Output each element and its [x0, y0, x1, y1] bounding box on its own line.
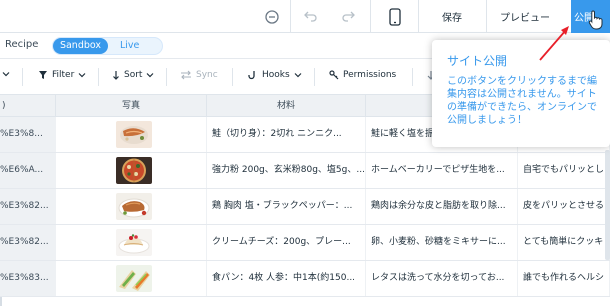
steps-cell[interactable]: 鶏肉は余分な皮と脂肪を取り除...: [366, 189, 518, 224]
hooks-label: Hooks: [262, 70, 290, 80]
environment-toggle[interactable]: Sandbox Live: [52, 37, 163, 55]
sync-button[interactable]: Sync: [180, 70, 218, 80]
chevron-down-icon[interactable]: [2, 70, 10, 78]
column-header-photo[interactable]: 写真: [56, 95, 207, 117]
horizontal-scrollbar[interactable]: [605, 150, 610, 260]
annotation-arrow-icon: [539, 26, 569, 61]
toolbar-divider: [486, 0, 487, 33]
steps-cell[interactable]: レタスは洗って水分を切ってお...: [366, 261, 518, 296]
toolbar-divider: [166, 68, 167, 86]
chevron-down-icon: [147, 73, 154, 78]
sandbox-tab[interactable]: Sandbox: [53, 38, 108, 54]
hand-cursor-icon: [588, 10, 604, 33]
chevron-down-icon: [294, 73, 302, 78]
note-cell[interactable]: とても簡単にクッキ: [518, 225, 610, 260]
filter-button[interactable]: Filter: [38, 70, 86, 80]
hooks-button[interactable]: Hooks: [248, 70, 302, 80]
row-id-cell[interactable]: %E6%A...: [0, 153, 56, 188]
toolbar-divider: [418, 0, 419, 33]
recipe-thumbnail: [116, 193, 152, 220]
ingredients-cell[interactable]: 強力粉 200g、玄米粉80g、塩5g、...: [207, 153, 366, 188]
ingredients-cell[interactable]: 鮭（切り身）：2切れ ニンニク...: [207, 117, 366, 152]
photo-cell[interactable]: [56, 153, 207, 188]
steps-cell[interactable]: ホームベーカリーでピザ生地を...: [366, 153, 518, 188]
row-id-cell[interactable]: %E3%82...: [0, 225, 56, 260]
live-tab[interactable]: Live: [120, 38, 139, 54]
sync-icon: [181, 70, 191, 80]
toolbar-divider: [232, 68, 233, 86]
chevron-down-icon: [78, 73, 86, 78]
table-row[interactable]: %E6%A... 強力粉 200g、玄米粉80g、塩5g、... ホームベーカリ…: [0, 153, 610, 189]
column-header-id[interactable]: ): [0, 95, 56, 117]
table-row[interactable]: %E3%83... 食パン：4枚 人参：中1本(約150... レタスは洗って水…: [0, 261, 610, 297]
toolbar-divider: [22, 68, 23, 86]
ingredients-cell[interactable]: クリームチーズ：200g、プレー...: [207, 225, 366, 260]
sort-button[interactable]: Sort: [112, 70, 154, 80]
toolbar-divider: [412, 68, 413, 86]
table-row[interactable]: %E3%82... クリームチーズ：200g、プレー... 卵、小麦粉、砂糖をミ…: [0, 225, 610, 261]
tooltip-title: サイト公開: [447, 54, 508, 68]
photo-cell[interactable]: [56, 117, 207, 152]
note-cell[interactable]: 皮をパリッとさせる: [518, 189, 610, 224]
ingredients-cell[interactable]: 食パン：4枚 人参：中1本(約150...: [207, 261, 366, 296]
filter-icon: [39, 71, 47, 79]
note-cell[interactable]: 自宅でもパリッとし: [518, 153, 610, 188]
top-toolbar: 保存 プレビュー 公開: [0, 0, 610, 33]
tooltip-body: このボタンをクリックするまで編集内容は公開されません。サイトの準備ができたら、オ…: [447, 76, 597, 126]
key-icon: [329, 70, 339, 80]
table-row[interactable]: %E3%82... 鶏 胸肉 塩・ブラックペッパー：... 鶏肉は余分な皮と脂肪…: [0, 189, 610, 225]
photo-cell[interactable]: [56, 225, 207, 260]
collection-name: Recipe: [5, 39, 39, 50]
redo-icon[interactable]: [338, 7, 358, 27]
filter-label: Filter: [52, 70, 75, 80]
permissions-button[interactable]: Permissions: [329, 70, 396, 80]
recipe-thumbnail: [116, 157, 152, 184]
toolbar-divider: [314, 68, 315, 86]
ingredients-cell[interactable]: 鶏 胸肉 塩・ブラックペッパー：...: [207, 189, 366, 224]
sort-label: Sort: [124, 70, 143, 80]
zoom-icon[interactable]: [262, 7, 282, 27]
toolbar-divider: [98, 68, 99, 86]
toolbar-divider: [370, 0, 371, 33]
row-id-cell[interactable]: %E3%8...: [0, 117, 56, 152]
save-button[interactable]: 保存: [442, 9, 462, 24]
photo-cell[interactable]: [56, 189, 207, 224]
recipe-thumbnail: [116, 229, 152, 256]
recipe-thumbnail: [116, 265, 152, 292]
sort-icon: [113, 71, 119, 80]
mobile-view-icon[interactable]: [385, 7, 405, 27]
steps-cell[interactable]: 卵、小麦粉、砂糖をミキサーに...: [366, 225, 518, 260]
note-cell[interactable]: 誰でも作れるヘルシ: [518, 261, 610, 296]
toolbar-divider: [290, 0, 291, 33]
sync-label: Sync: [196, 70, 218, 80]
photo-cell[interactable]: [56, 261, 207, 296]
row-id-cell[interactable]: %E3%83...: [0, 261, 56, 296]
hook-icon: [248, 71, 255, 80]
column-header-ingredients[interactable]: 材料: [207, 95, 366, 117]
row-id-cell[interactable]: %E3%82...: [0, 189, 56, 224]
permissions-label: Permissions: [343, 70, 397, 80]
undo-icon[interactable]: [301, 7, 321, 27]
publish-tooltip: サイト公開 このボタンをクリックするまで編集内容は公開されません。サイトの準備が…: [432, 40, 610, 147]
recipe-thumbnail: [116, 121, 152, 148]
